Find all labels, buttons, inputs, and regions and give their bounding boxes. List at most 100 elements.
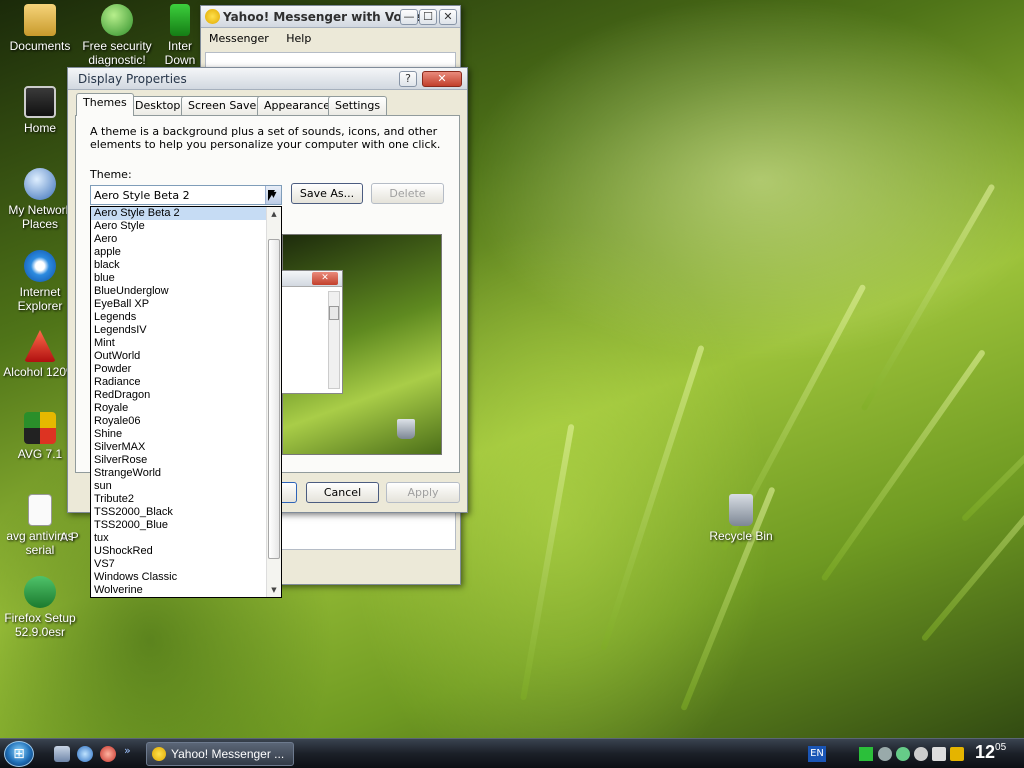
theme-option[interactable]: black [91, 259, 267, 272]
theme-select-value: Aero Style Beta 2 [94, 189, 190, 202]
desktop-icon-label: A P [60, 530, 79, 544]
taskbar-item-label: Yahoo! Messenger ... [171, 747, 285, 761]
yahoo-maximize-button[interactable]: ☐ [419, 9, 437, 25]
theme-option[interactable]: tux [91, 532, 267, 545]
taskbar-item-yahoo[interactable]: Yahoo! Messenger ... [146, 742, 294, 766]
tray-messenger-icon[interactable] [932, 747, 946, 761]
language-indicator[interactable]: EN [808, 746, 826, 762]
yahoo-smiley-icon [205, 9, 220, 24]
tab-screen-saver[interactable]: Screen Saver [181, 96, 268, 115]
yahoo-smiley-icon [152, 747, 166, 761]
desktop-icon-documents[interactable]: Documents [0, 4, 80, 53]
quicklaunch-more-icon[interactable]: » [124, 744, 131, 757]
menu-messenger[interactable]: Messenger [209, 32, 269, 45]
cancel-button[interactable]: Cancel [306, 482, 379, 503]
dropdown-scrollbar[interactable]: ▲ ▼ [266, 207, 281, 597]
desktop-icon-label: Recycle Bin [709, 529, 773, 543]
theme-option[interactable]: Aero Style [91, 220, 267, 233]
theme-option[interactable]: Mint [91, 337, 267, 350]
theme-option[interactable]: Shine [91, 428, 267, 441]
quicklaunch-show-desktop-icon[interactable] [54, 746, 70, 762]
scroll-down-icon[interactable]: ▼ [268, 584, 280, 596]
preview-window: ✕ [281, 270, 343, 394]
system-clock[interactable]: 1205 [975, 742, 1006, 763]
tab-themes[interactable]: Themes [76, 93, 134, 116]
apply-button[interactable]: Apply [386, 482, 460, 503]
theme-option[interactable]: TSS2000_Blue [91, 519, 267, 532]
theme-option[interactable]: Wolverine [91, 584, 267, 597]
theme-label: Theme: [90, 168, 132, 181]
save-as-button[interactable]: Save As... [291, 183, 363, 204]
theme-option[interactable]: Royale06 [91, 415, 267, 428]
theme-option[interactable]: Aero [91, 233, 267, 246]
theme-option[interactable]: SilverMAX [91, 441, 267, 454]
desktop-icon-label: Firefox Setup 52.9.0esr [4, 611, 76, 639]
theme-option[interactable]: Legends [91, 311, 267, 324]
yahoo-minimize-button[interactable]: — [400, 9, 418, 25]
quicklaunch-ie-icon[interactable] [77, 746, 93, 762]
desktop-icon-recycle-bin[interactable]: Recycle Bin [701, 494, 781, 543]
display-close-button[interactable]: ✕ [422, 71, 462, 87]
theme-option[interactable]: Aero Style Beta 2 [91, 207, 267, 220]
tab-appearance[interactable]: Appearance [257, 96, 338, 115]
clock-minute: 05 [995, 742, 1007, 753]
theme-option[interactable]: Royale [91, 402, 267, 415]
tray-network-icon[interactable] [878, 747, 892, 761]
theme-description: A theme is a background plus a set of so… [90, 125, 441, 151]
desktop-icon-label: AVG 7.1 [17, 447, 63, 461]
help-button[interactable]: ? [399, 71, 417, 87]
tray-flag-icon[interactable] [859, 747, 873, 761]
theme-select[interactable]: Aero Style Beta 2 ▼ [90, 185, 282, 205]
preview-recycle-icon [397, 419, 415, 439]
desktop-icon-label: Home [23, 121, 56, 135]
theme-option[interactable]: Windows Classic [91, 571, 267, 584]
theme-option[interactable]: RedDragon [91, 389, 267, 402]
taskbar: ⊞ » Yahoo! Messenger ... EN 1205 [0, 738, 1024, 768]
display-title: Display Properties [78, 72, 187, 86]
tray-avg-icon[interactable] [950, 747, 964, 761]
tab-settings[interactable]: Settings [328, 96, 388, 115]
theme-option[interactable]: BlueUnderglow [91, 285, 267, 298]
quicklaunch-app-icon[interactable] [100, 746, 116, 762]
alcohol-icon [24, 330, 56, 362]
preview-titlebar: ✕ [282, 271, 342, 287]
theme-option[interactable]: apple [91, 246, 267, 259]
tab-desktop[interactable]: Desktop [128, 96, 188, 115]
theme-option[interactable]: UShockRed [91, 545, 267, 558]
text-file-icon [28, 494, 52, 526]
desktop-icon-download[interactable]: Inter Down [160, 4, 200, 67]
preview-close-icon: ✕ [312, 272, 338, 285]
scroll-thumb[interactable] [268, 239, 280, 559]
yahoo-titlebar[interactable]: Yahoo! Messenger with Voice — ☐ ✕ [201, 6, 460, 28]
theme-option[interactable]: OutWorld [91, 350, 267, 363]
preview-scroll-thumb [329, 306, 339, 320]
theme-option[interactable]: Tribute2 [91, 493, 267, 506]
theme-option[interactable]: TSS2000_Black [91, 506, 267, 519]
start-button[interactable]: ⊞ [4, 741, 34, 767]
avg-icon [24, 412, 56, 444]
theme-option[interactable]: EyeBall XP [91, 298, 267, 311]
monitor-icon [24, 86, 56, 118]
desktop-icon-firefox[interactable]: Firefox Setup 52.9.0esr [0, 576, 80, 639]
theme-dropdown-list[interactable]: Aero Style Beta 2 Aero Style Aero apple blac… [90, 206, 282, 598]
theme-option[interactable]: LegendsIV [91, 324, 267, 337]
yahoo-close-button[interactable]: ✕ [439, 9, 457, 25]
display-titlebar[interactable]: Display Properties ? ✕ [68, 68, 467, 90]
desktop-icon-label: Internet Explorer [17, 285, 63, 313]
menu-help[interactable]: Help [286, 32, 311, 45]
theme-option[interactable]: StrangeWorld [91, 467, 267, 480]
theme-option[interactable]: SilverRose [91, 454, 267, 467]
desktop-icon-label: Inter Down [164, 39, 196, 67]
scroll-up-icon[interactable]: ▲ [268, 208, 280, 220]
theme-option[interactable]: blue [91, 272, 267, 285]
clock-hour: 12 [975, 742, 996, 762]
tray-volume-icon[interactable] [914, 747, 928, 761]
theme-option[interactable]: VS7 [91, 558, 267, 571]
tray-security-icon[interactable] [896, 747, 910, 761]
theme-option[interactable]: Radiance [91, 376, 267, 389]
theme-option[interactable]: sun [91, 480, 267, 493]
desktop-icon-security[interactable]: Free security diagnostic! [77, 4, 157, 67]
delete-button[interactable]: Delete [371, 183, 444, 204]
theme-option[interactable]: Powder [91, 363, 267, 376]
download-flag-icon [170, 4, 190, 36]
